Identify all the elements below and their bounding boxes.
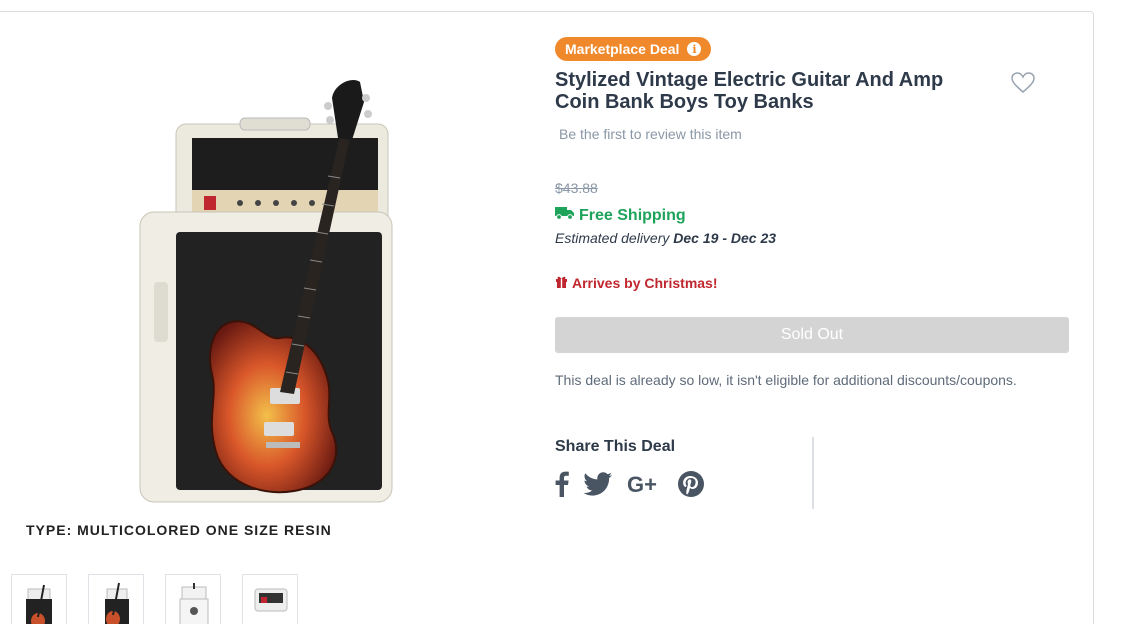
share-icons: G+: [555, 470, 705, 498]
discount-note: This deal is already so low, it isn't el…: [555, 372, 1017, 388]
twitter-icon[interactable]: [583, 472, 613, 496]
badge-label: Marketplace Deal: [565, 41, 680, 57]
share-title: Share This Deal: [555, 438, 676, 455]
info-icon[interactable]: i: [687, 42, 702, 56]
delivery-prefix: Estimated delivery: [555, 230, 670, 246]
christmas-label: Arrives by Christmas!: [572, 275, 718, 291]
thumbnail-guitar-amp-front[interactable]: [11, 574, 67, 624]
free-shipping: Free Shipping: [555, 206, 686, 225]
gift-icon: [555, 275, 568, 291]
review-link[interactable]: Be the first to review this item: [559, 126, 742, 142]
arrives-by-christmas: Arrives by Christmas!: [555, 275, 718, 291]
thumbnail-guitar-amp-angle[interactable]: [88, 574, 144, 624]
google-plus-icon[interactable]: G+: [627, 472, 663, 496]
pinterest-icon[interactable]: [677, 470, 705, 498]
sold-out-button[interactable]: Sold Out: [555, 317, 1069, 353]
product-type-label: TYPE: MULTICOLORED ONE SIZE RESIN: [26, 522, 332, 538]
svg-text:G+: G+: [627, 472, 657, 496]
product-main-image[interactable]: [120, 62, 420, 514]
delivery-range: Dec 19 - Dec 23: [673, 230, 777, 246]
heart-icon[interactable]: [1011, 72, 1035, 94]
share-divider: [812, 437, 814, 509]
thumbnail-amp-head[interactable]: [242, 574, 298, 624]
original-price: $43.88: [555, 180, 598, 196]
shipping-label: Free Shipping: [579, 206, 686, 224]
estimated-delivery: Estimated delivery Dec 19 - Dec 23: [555, 230, 776, 246]
truck-icon: [555, 206, 575, 225]
facebook-icon[interactable]: [555, 471, 569, 497]
marketplace-deal-badge[interactable]: Marketplace Deal i: [555, 37, 712, 61]
thumbnail-amp-back[interactable]: [165, 574, 221, 624]
product-title: Stylized Vintage Electric Guitar And Amp…: [555, 69, 944, 113]
thumbnail-strip: [11, 574, 298, 624]
